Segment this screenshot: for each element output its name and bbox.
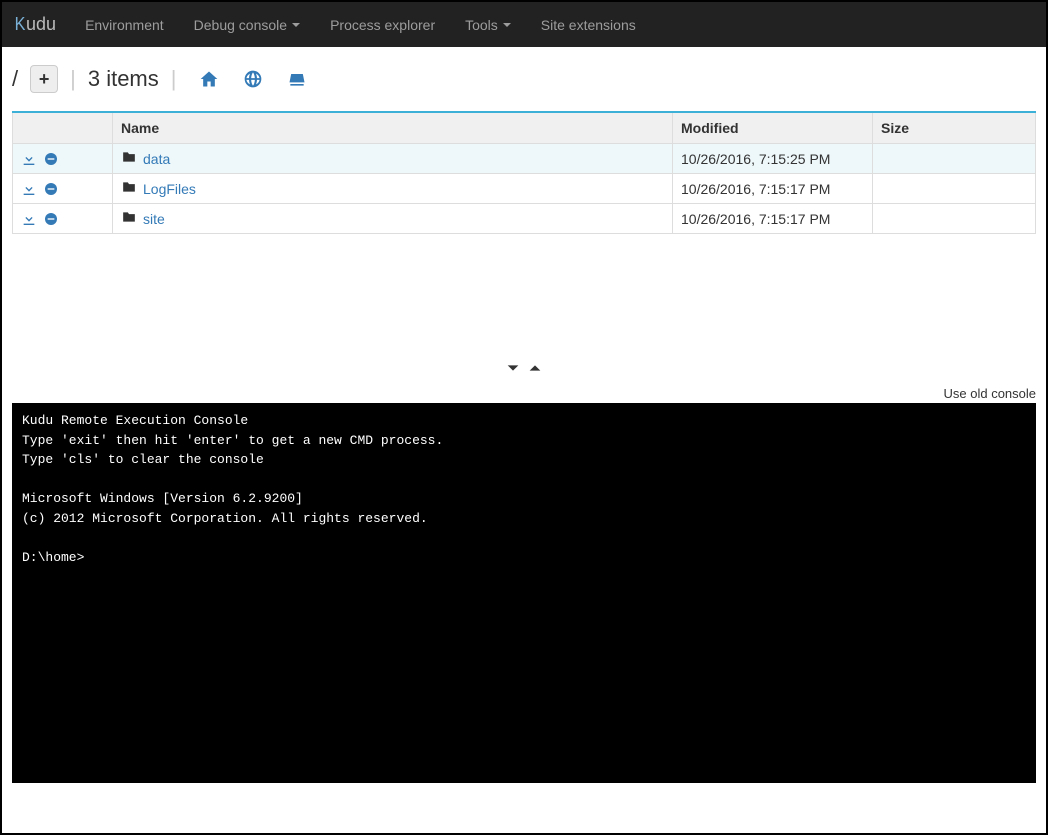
download-icon[interactable] — [21, 151, 37, 167]
size-cell — [873, 204, 1036, 234]
modified-cell: 10/26/2016, 7:15:17 PM — [673, 174, 873, 204]
nav-tools[interactable]: Tools — [450, 5, 526, 45]
nav-site-extensions[interactable]: Site extensions — [526, 5, 651, 45]
size-cell — [873, 144, 1036, 174]
table-row[interactable]: data 10/26/2016, 7:15:25 PM — [13, 144, 1036, 174]
chevron-up-icon[interactable] — [527, 360, 543, 379]
breadcrumb-root[interactable]: / — [12, 66, 18, 92]
home-icon[interactable] — [198, 68, 220, 90]
download-icon[interactable] — [21, 211, 37, 227]
navbar: Kudu Environment Debug console Process e… — [2, 2, 1046, 47]
console[interactable]: Kudu Remote Execution Console Type 'exit… — [12, 403, 1036, 783]
use-old-console-link[interactable]: Use old console — [2, 384, 1046, 403]
remove-icon[interactable] — [43, 181, 59, 197]
folder-icon — [121, 180, 137, 197]
nav-debug-console[interactable]: Debug console — [179, 5, 315, 45]
caret-down-icon — [503, 23, 511, 27]
globe-icon[interactable] — [242, 68, 264, 90]
modified-cell: 10/26/2016, 7:15:17 PM — [673, 204, 873, 234]
folder-icon — [121, 210, 137, 227]
folder-icon — [121, 150, 137, 167]
separator: | — [171, 66, 177, 92]
nav-process-explorer[interactable]: Process explorer — [315, 5, 450, 45]
file-name-link[interactable]: LogFiles — [143, 181, 196, 197]
disk-icon[interactable] — [286, 68, 308, 90]
col-actions — [13, 112, 113, 144]
table-row[interactable]: site 10/26/2016, 7:15:17 PM — [13, 204, 1036, 234]
navbar-brand[interactable]: Kudu — [14, 14, 70, 35]
modified-cell: 10/26/2016, 7:15:25 PM — [673, 144, 873, 174]
table-row[interactable]: LogFiles 10/26/2016, 7:15:17 PM — [13, 174, 1036, 204]
separator: | — [70, 66, 76, 92]
nav-environment[interactable]: Environment — [70, 5, 179, 45]
file-table: Name Modified Size data 10/26/2016, 7:15:… — [12, 111, 1036, 234]
splitter — [2, 354, 1046, 384]
plus-icon: + — [39, 69, 50, 90]
col-name[interactable]: Name — [113, 112, 673, 144]
caret-down-icon — [292, 23, 300, 27]
file-name-link[interactable]: data — [143, 151, 170, 167]
remove-icon[interactable] — [43, 151, 59, 167]
toolbar: / + | 3 items | — [2, 47, 1046, 111]
col-modified[interactable]: Modified — [673, 112, 873, 144]
add-button[interactable]: + — [30, 65, 58, 93]
items-count: 3 items — [88, 66, 159, 92]
file-name-link[interactable]: site — [143, 211, 165, 227]
chevron-down-icon[interactable] — [505, 360, 521, 379]
size-cell — [873, 174, 1036, 204]
col-size[interactable]: Size — [873, 112, 1036, 144]
download-icon[interactable] — [21, 181, 37, 197]
remove-icon[interactable] — [43, 211, 59, 227]
